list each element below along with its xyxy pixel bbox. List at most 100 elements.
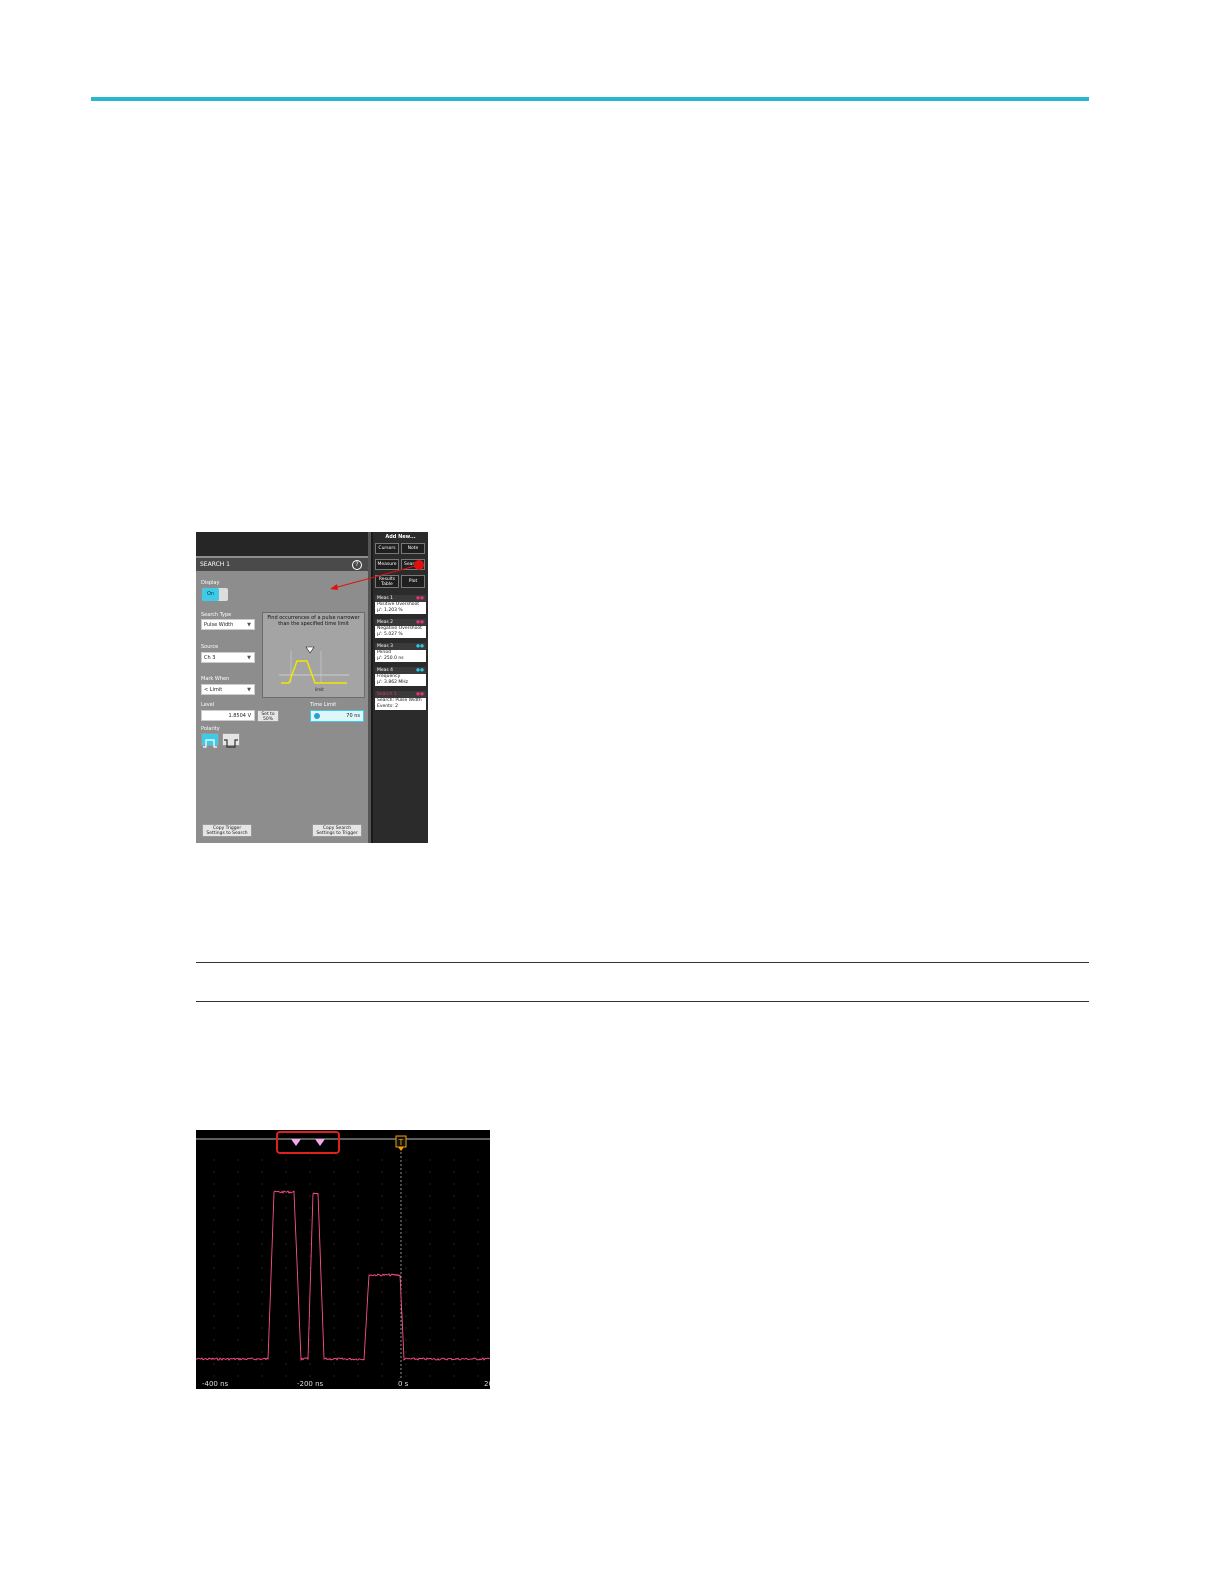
graticule-dot xyxy=(357,1363,359,1365)
graticule-dot xyxy=(285,1207,287,1209)
graticule-dot xyxy=(333,1303,335,1305)
graticule-dot xyxy=(309,1231,311,1233)
search-mark-icon[interactable] xyxy=(291,1139,301,1146)
graticule-dot xyxy=(477,1207,479,1209)
graticule-dot xyxy=(405,1219,407,1221)
graticule-dot xyxy=(477,1219,479,1221)
trigger-marker-label: T xyxy=(398,1138,404,1147)
graticule-dot xyxy=(261,1195,263,1197)
graticule-dot xyxy=(429,1231,431,1233)
graticule-dot xyxy=(309,1183,311,1185)
graticule-dot xyxy=(477,1375,479,1377)
graticule-dot xyxy=(357,1195,359,1197)
graticule-dot xyxy=(333,1255,335,1257)
graticule-dot xyxy=(357,1339,359,1341)
waveform-screenshot: T -400 ns -200 ns 0 s 20 xyxy=(196,1130,490,1389)
graticule-dot xyxy=(285,1303,287,1305)
graticule-dot xyxy=(261,1339,263,1341)
graticule-dot xyxy=(381,1159,383,1161)
graticule-dot xyxy=(429,1159,431,1161)
table-rule-bottom xyxy=(196,1001,1089,1002)
graticule-dot xyxy=(453,1183,455,1185)
graticule-dot xyxy=(405,1195,407,1197)
graticule-dot xyxy=(477,1363,479,1365)
graticule-dot xyxy=(453,1159,455,1161)
graticule-dot xyxy=(381,1363,383,1365)
graticule-dot xyxy=(309,1207,311,1209)
graticule-dot xyxy=(477,1255,479,1257)
graticule-dot xyxy=(405,1291,407,1293)
graticule-dot xyxy=(285,1267,287,1269)
graticule-dot xyxy=(357,1207,359,1209)
graticule-dot xyxy=(261,1291,263,1293)
graticule-dot xyxy=(285,1255,287,1257)
graticule-dot xyxy=(357,1219,359,1221)
graticule-dot xyxy=(213,1255,215,1257)
graticule-dot xyxy=(213,1183,215,1185)
graticule-dot xyxy=(381,1303,383,1305)
graticule-dot xyxy=(237,1363,239,1365)
graticule-dot xyxy=(477,1195,479,1197)
graticule-dot xyxy=(285,1171,287,1173)
graticule-dot xyxy=(429,1351,431,1353)
graticule-dot xyxy=(405,1279,407,1281)
graticule-dot xyxy=(285,1327,287,1329)
table-rule-top xyxy=(196,962,1089,963)
graticule-dot xyxy=(357,1171,359,1173)
graticule-dot xyxy=(213,1231,215,1233)
callout-arrow-icon xyxy=(330,565,416,590)
graticule-dot xyxy=(309,1351,311,1353)
graticule-dot xyxy=(333,1267,335,1269)
graticule-dot xyxy=(477,1231,479,1233)
graticule-dot xyxy=(453,1303,455,1305)
graticule-dot xyxy=(405,1315,407,1317)
graticule-dot xyxy=(453,1291,455,1293)
graticule-dot xyxy=(213,1207,215,1209)
graticule-dot xyxy=(285,1279,287,1281)
graticule-dot xyxy=(477,1171,479,1173)
graticule-dot xyxy=(285,1159,287,1161)
graticule-dot xyxy=(333,1279,335,1281)
graticule-dot xyxy=(405,1339,407,1341)
search-mark-icon[interactable] xyxy=(315,1139,325,1146)
graticule-dot xyxy=(333,1315,335,1317)
graticule-dot xyxy=(261,1303,263,1305)
graticule-dot xyxy=(477,1183,479,1185)
graticule-dot xyxy=(429,1327,431,1329)
graticule-dot xyxy=(477,1339,479,1341)
graticule-dot xyxy=(453,1339,455,1341)
graticule-dot xyxy=(333,1339,335,1341)
graticule-dot xyxy=(429,1291,431,1293)
graticule-dot xyxy=(405,1171,407,1173)
graticule-dot xyxy=(405,1207,407,1209)
header-accent-bar xyxy=(91,97,1089,101)
graticule-dot xyxy=(213,1351,215,1353)
graticule-dot xyxy=(261,1363,263,1365)
graticule-dot xyxy=(333,1243,335,1245)
graticule-dot xyxy=(285,1231,287,1233)
graticule-dot xyxy=(381,1195,383,1197)
graticule-dot xyxy=(405,1363,407,1365)
graticule-dot xyxy=(333,1327,335,1329)
graticule-dot xyxy=(381,1255,383,1257)
graticule-dot xyxy=(309,1363,311,1365)
graticule-dot xyxy=(261,1171,263,1173)
graticule-dot xyxy=(309,1171,311,1173)
graticule-dot xyxy=(237,1195,239,1197)
graticule-dot xyxy=(213,1279,215,1281)
graticule-dot xyxy=(357,1303,359,1305)
tick-label: 0 s xyxy=(398,1380,409,1388)
graticule-dot xyxy=(357,1327,359,1329)
graticule-dot xyxy=(285,1351,287,1353)
graticule-dot xyxy=(237,1171,239,1173)
graticule-dot xyxy=(213,1159,215,1161)
graticule-dot xyxy=(237,1291,239,1293)
graticule-dot xyxy=(405,1231,407,1233)
ch3-waveform-trace xyxy=(196,1190,490,1362)
graticule-dot xyxy=(381,1267,383,1269)
graticule-dot xyxy=(333,1291,335,1293)
graticule-dot xyxy=(333,1171,335,1173)
graticule-dot xyxy=(237,1375,239,1377)
graticule-dot xyxy=(477,1327,479,1329)
graticule-dot xyxy=(405,1159,407,1161)
